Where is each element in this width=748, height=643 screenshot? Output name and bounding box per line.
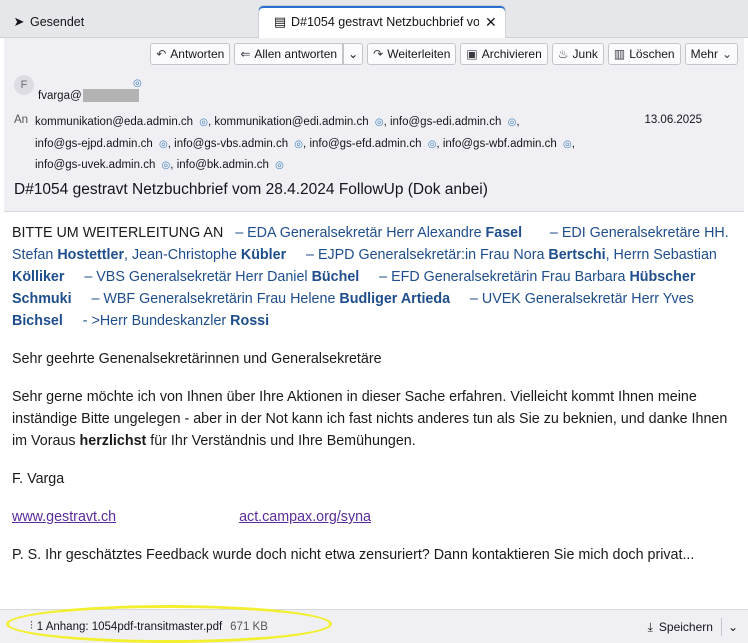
recipient-eda: – EDA Generalsekretär Herr Alexandre Fas… xyxy=(235,225,523,241)
contact-icon: ◎ xyxy=(275,160,284,171)
reply-all-label: Allen antworten xyxy=(254,47,338,61)
forward-icon: ↷ xyxy=(373,47,384,61)
reply-icon: ↶ xyxy=(156,47,167,61)
sender[interactable]: fvarga@ xyxy=(38,89,139,102)
recipient-list: kommunikation@eda.admin.ch ◎, kommunikat… xyxy=(35,112,635,177)
more-label: Mehr xyxy=(690,47,718,61)
intro-text: BITTE UM WEITERLEITUNG AN xyxy=(12,225,224,241)
reply-button[interactable]: ↶ Antworten xyxy=(150,43,231,65)
contact-icon: ◎ xyxy=(294,138,304,150)
redaction-box xyxy=(82,89,139,102)
download-icon: ⤓ xyxy=(647,619,653,634)
main-paragraph: Sehr gerne möchte ich von Ihnen über Ihr… xyxy=(12,389,728,449)
archive-button[interactable]: ▣ Archivieren xyxy=(460,43,548,65)
contact-icon: ◎ xyxy=(161,160,171,171)
save-control: ⤓ Speichern ⌄ xyxy=(642,615,742,639)
tab-message[interactable]: ▤ D#1054 gestravt Netzbuchbrief vom ✕ xyxy=(258,5,506,38)
recipient[interactable]: info@gs-vbs.admin.ch ◎, xyxy=(174,138,306,150)
contact-icon: ◎ xyxy=(427,138,437,150)
tab-bar: ➤ Gesendet ▤ D#1054 gestravt Netzbuchbri… xyxy=(0,0,748,38)
contact-icon: ◎ xyxy=(159,138,168,150)
reply-all-button[interactable]: ⇐ Allen antworten xyxy=(234,43,344,65)
save-button[interactable]: ⤓ Speichern xyxy=(642,615,719,639)
divider xyxy=(720,618,722,636)
junk-button[interactable]: ♨ Junk xyxy=(551,43,604,65)
paperclip-icon: ⫶ xyxy=(30,620,33,632)
recipient[interactable]: info@gs-ejpd.admin.ch ◎, xyxy=(35,138,171,150)
message-toolbar: ↶ Antworten ⇐ Allen antworten ⌄ ↷ Weiter… xyxy=(150,43,738,65)
contact-icon: ◎ xyxy=(199,117,208,128)
chevron-down-icon[interactable]: ⌄ xyxy=(724,620,742,634)
recipient-line: kommunikation@eda.admin.ch ◎, kommunikat… xyxy=(35,112,635,134)
junk-label: Junk xyxy=(572,47,598,61)
recipient[interactable]: kommunikation@edi.admin.ch ◎, xyxy=(214,116,386,128)
recipient-bk: - >Herr Bundeskanzler Rossi xyxy=(82,313,270,329)
sender-avatar: F xyxy=(14,75,34,95)
recipient[interactable]: info@gs-uvek.admin.ch ◎, xyxy=(35,159,173,171)
message-header: ↶ Antworten ⇐ Allen antworten ⌄ ↷ Weiter… xyxy=(4,38,744,212)
reply-all-dropdown[interactable]: ⌄ xyxy=(343,43,364,65)
recipient-line: info@gs-uvek.admin.ch ◎, info@bk.admin.c… xyxy=(35,155,635,177)
forward-request: BITTE UM WEITERLEITUNG AN – EDA Generals… xyxy=(12,222,738,332)
save-label: Speichern xyxy=(658,620,713,634)
forward-button[interactable]: ↷ Weiterleiten xyxy=(367,43,457,65)
signature: F. Varga xyxy=(12,471,65,487)
message-date: 13.06.2025 xyxy=(644,114,702,126)
reply-label: Antworten xyxy=(170,47,225,61)
contact-icon: ◎ xyxy=(374,117,384,128)
delete-label: Löschen xyxy=(629,47,675,61)
delete-button[interactable]: ▥ Löschen xyxy=(607,43,681,65)
contact-icon: ◎ xyxy=(562,138,572,150)
recipient[interactable]: info@gs-edi.admin.ch ◎, xyxy=(390,116,520,128)
archive-label: Archivieren xyxy=(481,47,542,61)
recipient[interactable]: info@gs-efd.admin.ch ◎, xyxy=(309,138,439,150)
contact-icon[interactable]: ◎ xyxy=(133,78,142,89)
attachment-summary: 1 Anhang: 1054pdf-transitmaster.pdf xyxy=(36,620,223,633)
attachment-toggle[interactable]: ⫶ 1 Anhang: 1054pdf-transitmaster.pdf 67… xyxy=(30,620,268,633)
chevron-down-icon: ⌄ xyxy=(721,47,732,61)
close-icon[interactable]: ✕ xyxy=(485,14,497,31)
more-button[interactable]: Mehr ⌄ xyxy=(684,43,738,65)
archive-icon: ▣ xyxy=(466,47,478,61)
recipient-vbs: – VBS Generalsekretär Herr Daniel Büchel xyxy=(84,269,360,285)
campaign-link[interactable]: act.campax.org/syna xyxy=(239,506,371,528)
trash-icon: ▥ xyxy=(613,47,626,61)
message-body: BITTE UM WEITERLEITUNG AN – EDA Generals… xyxy=(12,222,738,582)
recipient[interactable]: info@bk.admin.ch ◎ xyxy=(177,159,284,171)
reply-all-icon: ⇐ xyxy=(240,47,251,61)
attachment-size: 671 KB xyxy=(230,620,268,633)
tab-message-label: D#1054 gestravt Netzbuchbrief vom xyxy=(291,15,479,29)
envelope-icon: ▤ xyxy=(273,14,287,29)
chevron-down-icon: ⌄ xyxy=(348,47,359,61)
attachment-bar: ⫶ 1 Anhang: 1054pdf-transitmaster.pdf 67… xyxy=(0,609,748,643)
tab-sent[interactable]: ➤ Gesendet xyxy=(8,5,248,38)
forward-label: Weiterleiten xyxy=(387,47,451,61)
recipient[interactable]: info@gs-wbf.admin.ch ◎, xyxy=(443,138,575,150)
sender-address: fvarga@ xyxy=(38,89,82,102)
to-label: An xyxy=(14,114,29,126)
recipient-wbf: – WBF Generalsekretärin Frau Helene Budl… xyxy=(91,291,451,307)
recipient-line: info@gs-ejpd.admin.ch ◎, info@gs-vbs.adm… xyxy=(35,134,635,156)
contact-icon: ◎ xyxy=(507,117,517,128)
flame-icon: ♨ xyxy=(557,47,569,61)
greeting: Sehr geehrte Genenalsekretärinnen und Ge… xyxy=(12,351,382,367)
links-row: www.gestravt.ch act.campax.org/syna xyxy=(12,506,738,528)
message-subject: D#1054 gestravt Netzbuchbrief vom 28.4.2… xyxy=(14,181,488,198)
tab-sent-label: Gesendet xyxy=(30,14,85,29)
recipient[interactable]: kommunikation@eda.admin.ch ◎, xyxy=(35,116,211,128)
paper-plane-icon: ➤ xyxy=(13,13,25,29)
postscript: P. S. Ihr geschätztes Feedback wurde doc… xyxy=(12,547,695,563)
website-link[interactable]: www.gestravt.ch xyxy=(12,506,116,528)
